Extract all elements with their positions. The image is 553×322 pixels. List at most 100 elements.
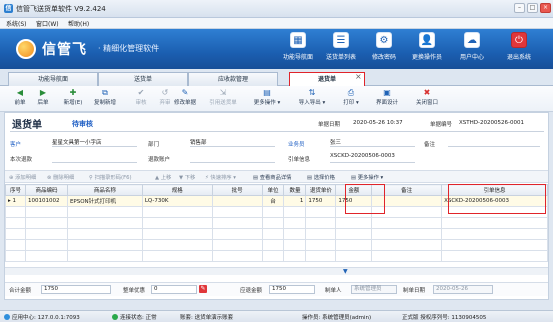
brand-name: 信管飞 [42,42,87,58]
layout-icon: ▣ [383,88,391,97]
toolbar: ◀ 前单 ▶ 后单 ✚ 新增(E) ⧉ 复制新增 ✔ 审核 ↺ 弃审 ✎ 修改单据 ⇲ 引用送货… [0,86,553,112]
cell-code[interactable]: 100101002 [24,195,68,207]
layout-design-button[interactable]: ▣ 界面设计 [372,88,402,110]
col-seq[interactable]: 序号 [5,184,26,196]
prev-doc-button[interactable]: ◀ 前单 [10,88,30,110]
customer-field[interactable]: 星星文具第一小字店 [52,138,102,146]
nav-function-panel[interactable]: ▦ 功能导航面 [279,32,317,68]
header-banner: 信管飞 · 精细化管理软件 ▦ 功能导航面 ☰ 送货单列表 ⚙ 修改密码 👤 更… [0,29,553,69]
ref-field: XSCKD-20200506-0003 [330,153,395,159]
status-bar: 应用中心: 127.0.0.1:7093 连接状态: 正常 账套: 送货单演示账… [0,310,553,322]
close-icon: ✖ [423,88,431,97]
reference-delivery-button[interactable]: ⇲ 引用送货单 [205,88,241,110]
app-icon: 信 [4,4,13,13]
next-doc-button[interactable]: ▶ 后单 [33,88,53,110]
minimize-button[interactable]: – [514,3,525,13]
copy-new-button[interactable]: ⧉ 复制新增 [90,88,120,110]
col-name[interactable]: 商品名称 [66,184,143,196]
printer-icon: ⎙ [347,88,355,97]
server-icon [4,314,10,320]
move-down-button[interactable]: ▼ 下移 [179,173,195,181]
totals-toggle-icon[interactable]: ▼ [343,268,348,275]
date-label: 单据日期 [318,122,341,128]
detail-more-button[interactable]: ▤ 更多操作 ▾ [351,173,383,181]
table-row-empty [5,250,548,262]
tab-close-icon[interactable]: × [355,72,362,81]
quick-sort-button[interactable]: ⚡ 快速排序 ▾ [205,173,236,181]
import-ref-icon: ⇲ [219,88,227,97]
receivable-label: 应退金额 [240,288,263,294]
detail-toolbar: ⊕ 添加明细 ⊗ 删除明细 ⚲ 扫描录形码(F6) ▲ 上移 ▼ 下移 ⚡ 快速… [5,170,548,183]
tab-delivery[interactable]: 送货单 [98,72,188,86]
refund-label: 本次退款 [10,157,33,163]
menu-help[interactable]: 帮助(H) [68,19,89,28]
import-export-button[interactable]: ⇅ 导入导出 ▾ [295,88,329,110]
discount-field[interactable]: 0 [151,285,197,294]
doc-no-field: XSTHD-20200526-0001 [459,120,524,126]
dept-label: 部门 [148,142,160,148]
menu-window[interactable]: 窗口(W) [36,19,59,28]
edit-doc-button[interactable]: ✎ 修改单据 [170,88,200,110]
plus-icon: ✚ [69,88,77,97]
scan-barcode-button[interactable]: ⚲ 扫描录形码(F6) [89,173,132,181]
close-tab-button[interactable]: ✖ 关闭窗口 [412,88,442,110]
connection-status: 连接状态: 正常 [112,313,157,321]
select-price-button[interactable]: ▤ 选择价格 [307,173,335,181]
maker-field: 系统管理员 [351,285,397,294]
menu-bar: 系统(S) 窗口(W) 帮助(H) [0,18,553,29]
cell-name[interactable]: EPSON针式打印机 [66,195,143,207]
list-icon: ☰ [333,32,349,48]
check-circle-icon [112,314,118,320]
table-row-empty [5,228,548,240]
dashboard-icon: ▦ [290,32,306,48]
dept-underline [190,146,275,147]
nav-switch-operator[interactable]: 👤 更换操作员 [408,32,446,68]
status-badge: 待审核 [72,120,93,128]
check-icon: ✔ [137,88,145,97]
cell-batch[interactable] [211,195,263,207]
nav-delivery-list[interactable]: ☰ 送货单列表 [322,32,360,68]
col-batch[interactable]: 批号 [211,184,263,196]
col-price[interactable]: 退货单价 [305,184,337,196]
date-field[interactable]: 2020-05-26 10:37 [353,120,403,126]
receivable-field: 1750 [269,285,315,294]
tab-return-order[interactable]: 退货单 [289,72,365,87]
cell-unit[interactable]: 台 [261,195,285,207]
discount-edit-icon[interactable]: ✎ [199,285,207,293]
tab-bar: 功能导航面 送货单 应收款管理 退货单 [0,69,553,87]
nav-change-password[interactable]: ⚙ 修改密码 [365,32,403,68]
ref-underline [330,162,415,163]
undo-icon: ↺ [161,88,169,97]
cell-qty[interactable]: 1 [283,195,307,207]
cell-seq[interactable]: ▸ 1 [5,195,26,207]
product-detail-button[interactable]: ▤ 查看商品详情 [253,173,291,181]
maximize-button[interactable]: □ [527,3,538,13]
staff-field[interactable]: 张三 [330,138,341,146]
cell-price[interactable]: 1750 [305,195,337,207]
col-unit[interactable]: 单位 [261,184,285,196]
add-line-button[interactable]: ⊕ 添加明细 [9,173,36,181]
customer-underline [52,146,137,147]
user-icon: 👤 [419,32,435,48]
col-code[interactable]: 商品编码 [24,184,68,196]
doc-no-label: 单据编号 [430,122,453,128]
nav-user-center[interactable]: ☁ 用户中心 [453,32,491,68]
nav-exit-system[interactable]: ⏻ 退出系统 [500,32,538,68]
col-qty[interactable]: 数量 [283,184,307,196]
more-actions-button[interactable]: ▤ 更多操作 ▾ [250,88,284,110]
new-doc-button[interactable]: ✚ 新增(E) [60,88,86,110]
horizontal-scrollbar[interactable]: ▼ [5,267,548,275]
close-window-button[interactable]: × [540,3,551,13]
delete-line-button[interactable]: ⊗ 删除明细 [47,173,74,181]
dept-field[interactable]: 销售部 [190,138,207,146]
cell-spec[interactable]: LQ-730K [141,195,213,207]
move-up-button[interactable]: ▲ 上移 [155,173,171,181]
tab-function-panel[interactable]: 功能导航面 [8,72,98,86]
totals-bar: 合计金额 1750 整单优惠 0 ✎ 应退金额 1750 制单人 系统管理员 制… [5,282,548,296]
menu-system[interactable]: 系统(S) [6,19,27,28]
approve-button[interactable]: ✔ 审核 [130,88,152,110]
print-button[interactable]: ⎙ 打印 ▾ [340,88,362,110]
col-spec[interactable]: 规格 [141,184,213,196]
table-row-empty [5,239,548,251]
tab-receivables[interactable]: 应收款管理 [188,72,278,86]
